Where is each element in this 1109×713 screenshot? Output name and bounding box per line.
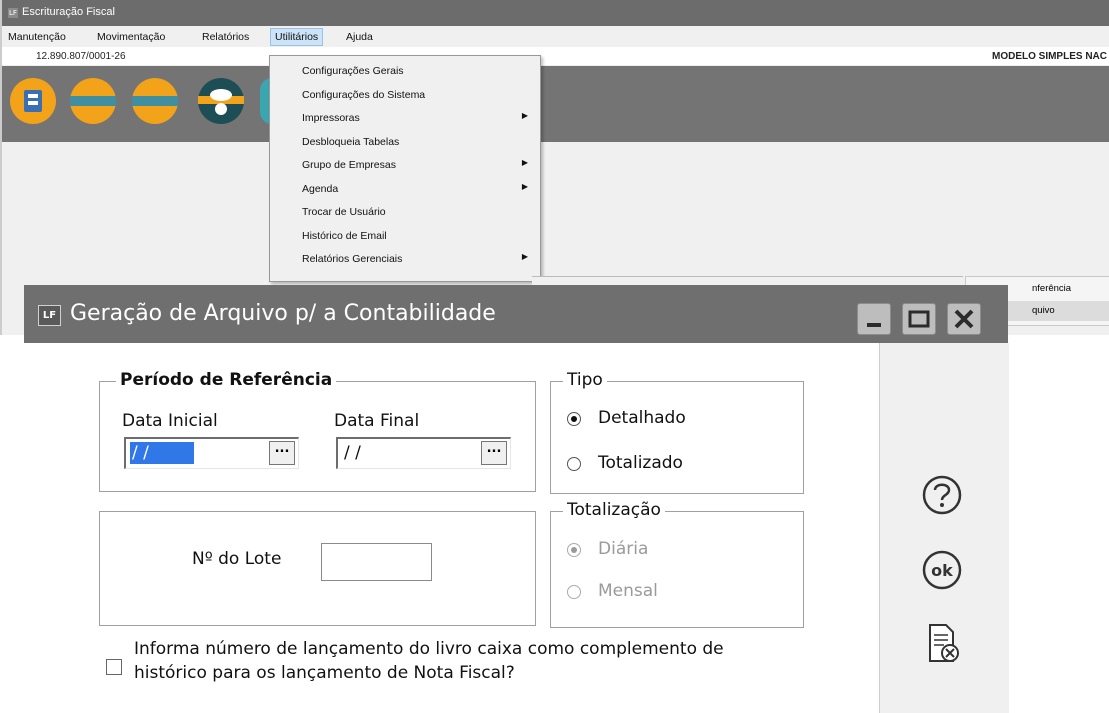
data-inicial-picker-button[interactable]: ...: [269, 441, 295, 465]
menu-ajuda[interactable]: Ajuda: [346, 31, 373, 43]
dropdown-item[interactable]: Configurações Gerais: [270, 60, 540, 82]
data-final-field[interactable]: / / ...: [336, 437, 511, 469]
tipo-totalizado-radio[interactable]: [567, 457, 581, 471]
lote-group: [99, 511, 536, 626]
ok-icon: ok: [922, 550, 962, 590]
close-icon: [954, 309, 974, 329]
side-item-arquivo-label: quivo: [1032, 305, 1055, 316]
periodo-legend: Período de Referência: [116, 370, 337, 390]
data-final-picker-button[interactable]: ...: [481, 441, 507, 465]
dialog-body: Período de Referência Data Inicial Data …: [24, 343, 879, 713]
totalizacao-legend: Totalização: [563, 500, 665, 520]
nfe-icon[interactable]: [10, 78, 56, 124]
main-toolbar: [2, 66, 1109, 142]
sped-icms-ipi-band: [132, 96, 178, 106]
livro-caixa-checkbox[interactable]: [106, 659, 122, 675]
dialog-titlebar[interactable]: LF Geração de Arquivo p/ a Contabilidade: [24, 285, 1008, 343]
minimize-icon: [867, 323, 881, 327]
sped-contribuicoes-icon[interactable]: [70, 78, 116, 124]
nfe-glyph-icon: [24, 90, 42, 112]
sped-icms-ipi-icon[interactable]: [132, 78, 178, 124]
dropdown-item-label: Histórico de Email: [302, 229, 387, 242]
ok-button[interactable]: ok: [920, 548, 964, 592]
dropdown-item-label: Trocar de Usuário: [302, 206, 386, 218]
totalizacao-diaria-label[interactable]: Diária: [598, 539, 648, 559]
dropdown-item[interactable]: Impressoras ▶: [270, 107, 540, 129]
dropdown-item[interactable]: Histórico de Email: [270, 225, 540, 247]
data-final-label: Data Final: [334, 411, 420, 431]
dialog-action-panel: ok: [879, 343, 1009, 713]
dropdown-item[interactable]: Desbloqueia Tabelas: [270, 131, 540, 153]
cloud-download-icon[interactable]: [198, 78, 244, 124]
tipo-detalhado-label[interactable]: Detalhado: [598, 408, 686, 428]
data-inicial-label: Data Inicial: [122, 411, 218, 431]
maximize-button[interactable]: [902, 303, 936, 335]
lote-label: Nº do Lote: [192, 549, 282, 569]
sped-contribuicoes-band: [70, 96, 116, 106]
dropdown-item[interactable]: Agenda ▶: [270, 178, 540, 200]
dropdown-item[interactable]: Relatórios Gerenciais ▶: [270, 248, 540, 270]
dropdown-item[interactable]: Configurações do Sistema: [270, 84, 540, 106]
side-item-conferencia-label: nferência: [1032, 283, 1072, 294]
submenu-arrow-icon: ▶: [521, 158, 528, 167]
submenu-arrow-icon: ▶: [521, 181, 528, 191]
livro-caixa-label-line1[interactable]: Informa número de lançamento do livro ca…: [134, 639, 724, 659]
svg-text:ok: ok: [931, 561, 953, 580]
main-window-title: Escrituração Fiscal: [22, 6, 115, 18]
app-logo-icon: LF: [8, 8, 18, 18]
totalizacao-diaria-radio[interactable]: [567, 543, 581, 557]
dropdown-item-label: Grupo de Empresas: [302, 159, 396, 171]
submenu-arrow-icon: ▶: [521, 111, 528, 120]
menu-movimentacao[interactable]: Movimentação: [97, 31, 165, 43]
dropdown-item-label: Desbloqueia Tabelas: [302, 135, 400, 148]
company-info-bar: 12.890.807/0001-26 MODELO SIMPLES NAC: [2, 47, 1109, 65]
data-inicial-field[interactable]: / / ...: [124, 437, 299, 469]
menubar: Manutenção Movimentação Relatórios Utili…: [2, 26, 1109, 47]
cloud-glyph-icon: [198, 89, 244, 115]
dropdown-item[interactable]: Trocar de Usuário: [270, 201, 540, 223]
main-titlebar: LF Escrituração Fiscal: [2, 0, 1109, 26]
tipo-totalizado-label[interactable]: Totalizado: [598, 453, 683, 473]
tipo-group: Tipo: [550, 370, 804, 494]
menu-utilitarios[interactable]: Utilitários: [270, 28, 324, 46]
maximize-icon: [908, 310, 930, 328]
totalizacao-mensal-radio[interactable]: [567, 585, 581, 599]
livro-caixa-label-line2[interactable]: histórico para os lançamento de Nota Fis…: [134, 663, 515, 683]
dropdown-item-label: Agenda: [302, 182, 339, 195]
totalizacao-mensal-label[interactable]: Mensal: [598, 581, 658, 601]
minimize-button[interactable]: [857, 303, 891, 335]
utilitarios-dropdown: Configurações Gerais Configurações do Sis…: [269, 55, 541, 282]
tax-model-label: MODELO SIMPLES NAC: [991, 51, 1107, 62]
dropdown-item-label: Configurações Gerais: [302, 65, 404, 77]
close-button[interactable]: [947, 303, 981, 335]
menu-relatorios[interactable]: Relatórios: [202, 31, 249, 43]
totalizacao-group: Totalização: [550, 500, 804, 628]
data-inicial-value: / /: [130, 442, 194, 464]
dropdown-item[interactable]: Grupo de Empresas ▶: [270, 154, 540, 176]
dialog-title: Geração de Arquivo p/ a Contabilidade: [70, 301, 496, 326]
lote-input[interactable]: [321, 543, 432, 581]
data-final-value: / /: [344, 443, 361, 463]
dropdown-item-label: Relatórios Gerenciais: [302, 253, 403, 265]
export-dialog: LF Geração de Arquivo p/ a Contabilidade…: [24, 285, 1009, 713]
tipo-legend: Tipo: [563, 370, 607, 390]
dropdown-item-label: Configurações do Sistema: [302, 88, 426, 101]
company-cnpj: 12.890.807/0001-26: [36, 51, 126, 62]
dropdown-item-label: Impressoras: [302, 112, 360, 124]
help-icon: [922, 475, 962, 515]
submenu-arrow-icon: ▶: [521, 252, 528, 261]
help-button[interactable]: [920, 473, 964, 517]
dialog-logo-icon: LF: [38, 305, 61, 326]
cancel-document-icon: [929, 624, 959, 662]
tipo-detalhado-radio[interactable]: [567, 412, 581, 426]
cancel-document-button[interactable]: [920, 621, 964, 665]
menu-manutencao[interactable]: Manutenção: [8, 31, 66, 43]
